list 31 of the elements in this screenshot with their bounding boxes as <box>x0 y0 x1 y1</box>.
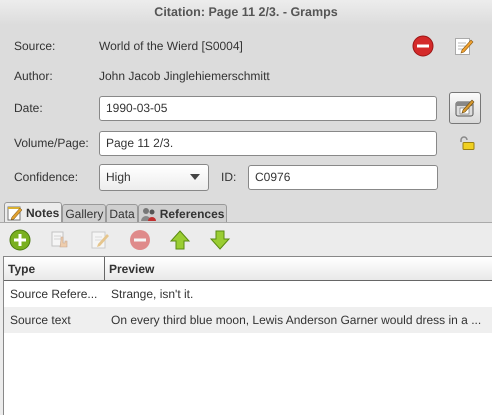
table-cell-text: On every third blue moon, Lewis Anderson Garner would dress in a ... <box>110 313 482 327</box>
tab[interactable]: Gallery <box>62 204 106 222</box>
tab[interactable]: Notes <box>4 202 62 222</box>
column-header[interactable]: Type <box>4 257 105 280</box>
id-field[interactable]: C0976 <box>248 164 438 190</box>
table-cell-text: Source Refere... <box>9 287 98 301</box>
lock-icon[interactable] <box>459 136 475 150</box>
column-header[interactable]: Preview <box>105 257 154 280</box>
author-value: John Jacob Jinglehiemerschmitt <box>99 69 271 83</box>
edit-icon[interactable] <box>454 36 474 56</box>
date-editor-button[interactable] <box>449 92 481 124</box>
confidence-label: Confidence: <box>14 170 80 184</box>
people-icon <box>140 206 157 222</box>
id-label: ID: <box>221 170 238 184</box>
remove-icon[interactable] <box>412 35 434 57</box>
author-label: Author: <box>14 69 54 83</box>
table-cell-text: Strange, isn't it. <box>110 287 194 301</box>
calendar-icon <box>454 97 476 119</box>
source-value: World of the Wierd [S0004] <box>99 39 244 53</box>
volume-label: Volume/Page: <box>14 136 90 150</box>
tab[interactable]: References <box>138 204 228 222</box>
note-icon <box>7 204 23 220</box>
caret-icon <box>190 174 200 180</box>
date-field[interactable]: 1990-03-05 <box>99 96 437 120</box>
table-cell-text: Source text <box>9 313 72 327</box>
volume-field[interactable]: Page 11 2/3. <box>99 130 437 156</box>
confidence-dropdown[interactable]: High <box>99 164 209 190</box>
source-label: Source: <box>14 39 56 53</box>
date-label: Date: <box>14 101 44 115</box>
add-button[interactable] <box>7 227 33 253</box>
tab[interactable]: Data <box>106 204 138 222</box>
